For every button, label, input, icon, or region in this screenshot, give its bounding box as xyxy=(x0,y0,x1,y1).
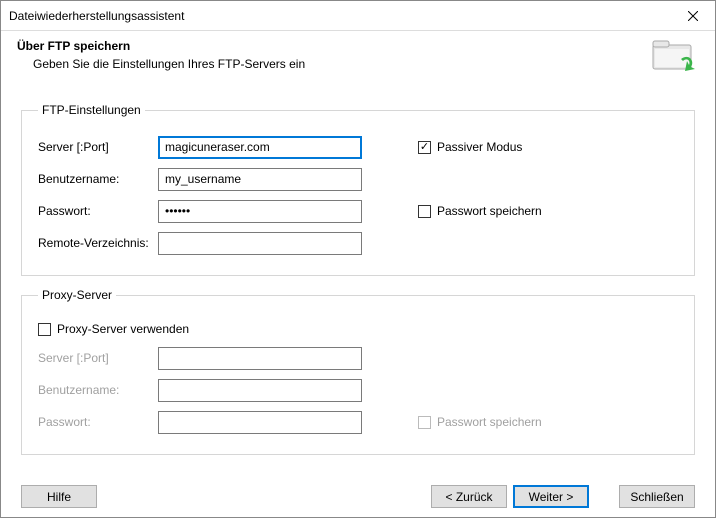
use-proxy-label: Proxy-Server verwenden xyxy=(57,322,189,336)
proxy-password-label: Passwort: xyxy=(38,415,158,429)
ftp-password-input[interactable] xyxy=(158,200,362,223)
proxy-settings-group: Proxy-Server Proxy-Server verwenden Serv… xyxy=(21,288,695,455)
help-button[interactable]: Hilfe xyxy=(21,485,97,508)
wizard-window: Dateiwiederherstellungsassistent Über FT… xyxy=(0,0,716,518)
close-button[interactable]: Schließen xyxy=(619,485,695,508)
ftp-folder-icon xyxy=(651,39,699,75)
wizard-header: Über FTP speichern Geben Sie die Einstel… xyxy=(1,31,715,87)
page-subtitle: Geben Sie die Einstellungen Ihres FTP-Se… xyxy=(17,57,651,71)
passive-mode-label: Passiver Modus xyxy=(437,140,522,154)
ftp-settings-legend: FTP-Einstellungen xyxy=(38,103,145,117)
passive-mode-checkbox[interactable] xyxy=(418,141,431,154)
ftp-username-input[interactable] xyxy=(158,168,362,191)
wizard-footer: Hilfe < Zurück Weiter > Schließen xyxy=(1,475,715,518)
save-password-checkbox[interactable] xyxy=(418,205,431,218)
wizard-body: FTP-Einstellungen Server [:Port] Passive… xyxy=(1,87,715,475)
ftp-server-input[interactable] xyxy=(158,136,362,159)
proxy-server-input xyxy=(158,347,362,370)
ftp-server-label: Server [:Port] xyxy=(38,140,158,154)
ftp-remote-dir-input[interactable] xyxy=(158,232,362,255)
close-icon[interactable] xyxy=(671,1,715,30)
save-password-label: Passwort speichern xyxy=(437,204,542,218)
use-proxy-checkbox[interactable] xyxy=(38,323,51,336)
proxy-username-label: Benutzername: xyxy=(38,383,158,397)
ftp-settings-group: FTP-Einstellungen Server [:Port] Passive… xyxy=(21,103,695,276)
ftp-username-label: Benutzername: xyxy=(38,172,158,186)
next-button[interactable]: Weiter > xyxy=(513,485,589,508)
proxy-save-password-checkbox xyxy=(418,416,431,429)
proxy-save-password-label: Passwort speichern xyxy=(437,415,542,429)
window-title: Dateiwiederherstellungsassistent xyxy=(9,9,671,23)
ftp-password-label: Passwort: xyxy=(38,204,158,218)
titlebar: Dateiwiederherstellungsassistent xyxy=(1,1,715,31)
proxy-password-input xyxy=(158,411,362,434)
back-button[interactable]: < Zurück xyxy=(431,485,507,508)
page-title: Über FTP speichern xyxy=(17,39,651,53)
ftp-remote-dir-label: Remote-Verzeichnis: xyxy=(38,236,158,250)
proxy-username-input xyxy=(158,379,362,402)
proxy-server-label: Server [:Port] xyxy=(38,351,158,365)
proxy-settings-legend: Proxy-Server xyxy=(38,288,116,302)
